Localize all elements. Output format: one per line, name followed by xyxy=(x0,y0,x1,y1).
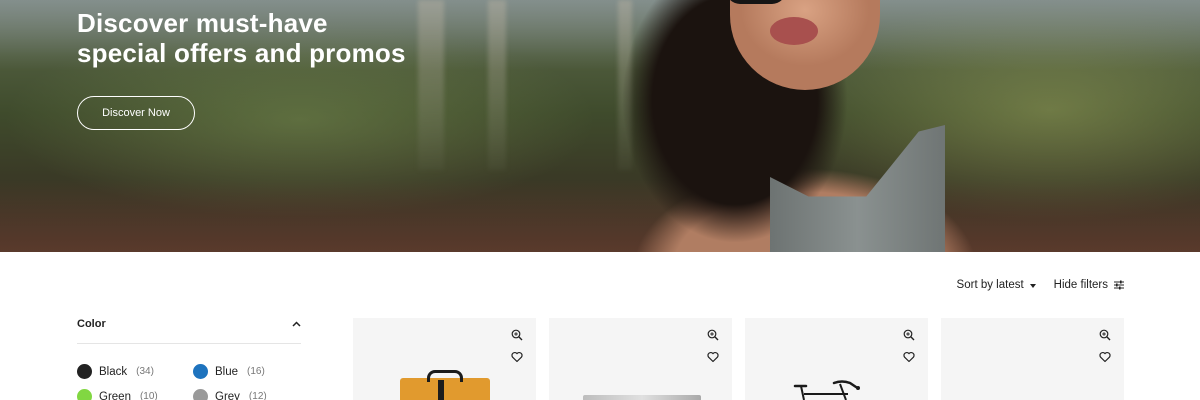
magnify-plus-icon xyxy=(707,329,719,341)
quick-view-button[interactable] xyxy=(508,326,526,344)
wishlist-button[interactable] xyxy=(704,348,722,366)
heart-icon xyxy=(903,351,915,363)
color-swatch xyxy=(77,364,92,379)
sort-label: Sort by latest xyxy=(956,279,1024,291)
color-option-label: Grey xyxy=(215,390,240,400)
product-card[interactable] xyxy=(941,318,1124,400)
color-option-count: (10) xyxy=(139,391,158,400)
hide-filters-label: Hide filters xyxy=(1053,279,1108,291)
color-option-count: (34) xyxy=(136,366,154,377)
product-card[interactable] xyxy=(745,318,928,400)
color-filter-toggle[interactable]: Color xyxy=(77,316,301,332)
sliders-icon xyxy=(1114,280,1124,290)
hero-title-line2: special offers and promos xyxy=(77,38,406,68)
wishlist-button[interactable] xyxy=(1096,348,1114,366)
filter-divider xyxy=(77,343,301,344)
color-option-label: Black xyxy=(99,365,128,378)
caret-down-icon xyxy=(1029,283,1036,288)
heart-icon xyxy=(707,351,719,363)
hero-title: Discover must-have special offers and pr… xyxy=(77,8,477,68)
color-option-label: Blue xyxy=(215,365,239,378)
bicycle-image xyxy=(793,380,860,400)
chevron-up-icon xyxy=(292,321,301,327)
magnify-plus-icon xyxy=(511,329,523,341)
color-option-blue[interactable]: Blue (16) xyxy=(193,364,265,379)
quick-view-button[interactable] xyxy=(1096,326,1114,344)
wishlist-button[interactable] xyxy=(900,348,918,366)
product-card[interactable] xyxy=(353,318,536,400)
color-filter-title: Color xyxy=(77,318,106,330)
color-option-label: Green xyxy=(99,390,131,400)
color-option-count: (16) xyxy=(247,366,265,377)
heart-icon xyxy=(511,351,523,363)
color-swatch xyxy=(193,364,208,379)
magnify-plus-icon xyxy=(903,329,915,341)
color-option-count: (12) xyxy=(248,391,267,400)
hide-filters-button[interactable]: Hide filters xyxy=(1054,279,1124,291)
backpack-image xyxy=(400,370,490,400)
quick-view-button[interactable] xyxy=(704,326,722,344)
sort-dropdown[interactable]: Sort by latest xyxy=(957,279,1036,291)
product-image xyxy=(583,395,701,400)
hero-banner: Discover must-have special offers and pr… xyxy=(0,0,1200,252)
color-swatch xyxy=(193,389,208,400)
quick-view-button[interactable] xyxy=(900,326,918,344)
magnify-plus-icon xyxy=(1099,329,1111,341)
hero-model-lips xyxy=(770,17,818,45)
product-card[interactable] xyxy=(549,318,732,400)
heart-icon xyxy=(1099,351,1111,363)
color-option-black[interactable]: Black (34) xyxy=(77,364,154,379)
hero-title-line1: Discover must-have xyxy=(77,8,328,38)
color-swatch xyxy=(77,389,92,400)
color-option-grey[interactable]: Grey (12) xyxy=(193,389,267,400)
color-option-green[interactable]: Green (10) xyxy=(77,389,158,400)
shop-toolbar: Sort by latest Hide filters xyxy=(957,277,1124,293)
wishlist-button[interactable] xyxy=(508,348,526,366)
hero-tree xyxy=(488,0,506,170)
discover-now-button[interactable]: Discover Now xyxy=(77,96,195,130)
